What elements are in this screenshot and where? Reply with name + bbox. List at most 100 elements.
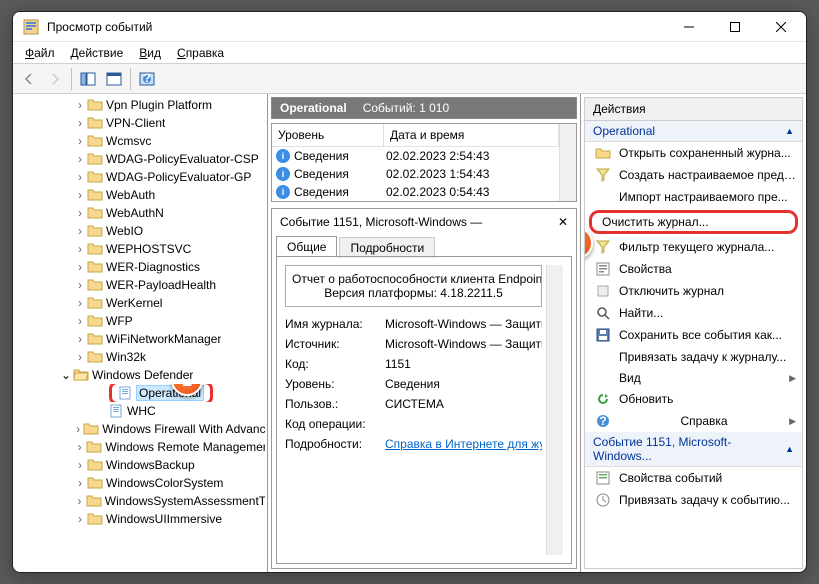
action-filter-log[interactable]: Фильтр текущего журнала... bbox=[585, 236, 802, 258]
action-event-attach-task[interactable]: Привязать задачу к событию... bbox=[585, 489, 802, 511]
actions-section-event[interactable]: Событие 1151, Microsoft-Windows...▲ bbox=[585, 432, 802, 467]
field-key: Подробности: bbox=[285, 437, 385, 451]
col-level[interactable]: Уровень bbox=[272, 124, 384, 146]
minimize-button[interactable] bbox=[666, 12, 712, 42]
detail-tabs: Общие Подробности bbox=[272, 235, 576, 256]
tab-details[interactable]: Подробности bbox=[339, 237, 435, 258]
tree-item[interactable]: ›Wcmsvc bbox=[15, 132, 265, 150]
tree-label: Windows Firewall With Advanced Security bbox=[102, 422, 265, 436]
menu-action[interactable]: Действие bbox=[65, 44, 130, 62]
folder-icon bbox=[87, 242, 103, 256]
tree-item[interactable]: ›Windows Firewall With Advanced Security bbox=[15, 420, 265, 438]
action-open-saved-log[interactable]: Открыть сохраненный журна... bbox=[585, 142, 802, 164]
properties-icon bbox=[595, 261, 611, 277]
col-date[interactable]: Дата и время bbox=[384, 124, 559, 146]
action-disable-log[interactable]: Отключить журнал bbox=[585, 280, 802, 302]
menu-view[interactable]: Вид bbox=[133, 44, 167, 62]
event-row[interactable]: iСведения02.02.2023 1:54:43 bbox=[272, 165, 559, 183]
action-attach-task[interactable]: Привязать задачу к журналу... bbox=[585, 346, 802, 368]
tree-label: WebAuth bbox=[106, 188, 155, 202]
folder-open-icon bbox=[73, 368, 89, 382]
tree-item[interactable]: ›WEPHOSTSVC bbox=[15, 240, 265, 258]
tree-item[interactable]: ›Windows Remote Management bbox=[15, 438, 265, 456]
action-save-events[interactable]: Сохранить все события как... bbox=[585, 324, 802, 346]
chevron-right-icon: › bbox=[73, 242, 87, 256]
maximize-button[interactable] bbox=[712, 12, 758, 42]
tree-label: Win32k bbox=[106, 350, 146, 364]
folder-icon bbox=[87, 188, 103, 202]
back-button[interactable] bbox=[17, 67, 41, 91]
tree-item[interactable]: ›VPN-Client bbox=[15, 114, 265, 132]
menu-help[interactable]: Справка bbox=[171, 44, 230, 62]
tree-item[interactable]: ›WFP bbox=[15, 312, 265, 330]
action-create-custom-view[interactable]: Создать настраиваемое предс... bbox=[585, 164, 802, 186]
action-view-submenu[interactable]: Вид▶ bbox=[585, 368, 802, 388]
tree-item[interactable]: › Win32k bbox=[15, 348, 265, 366]
action-refresh[interactable]: Обновить bbox=[585, 388, 802, 410]
tree-item-operational[interactable]: Operational1 bbox=[15, 384, 265, 402]
blank-icon bbox=[595, 349, 611, 365]
tree-label: Windows Defender bbox=[92, 368, 193, 382]
field-val bbox=[385, 417, 542, 431]
collapse-icon: ▲ bbox=[785, 444, 794, 454]
tree: ›Vpn Plugin Platform›VPN-Client›Wcmsvc›W… bbox=[15, 96, 265, 528]
tree-item[interactable]: ›WER-PayloadHealth bbox=[15, 276, 265, 294]
field-key: Код: bbox=[285, 357, 385, 371]
tree-item[interactable]: ›WebAuth bbox=[15, 186, 265, 204]
close-icon[interactable]: ✕ bbox=[558, 215, 568, 229]
detail-header: Событие 1151, Microsoft-Windows — ✕ bbox=[272, 209, 576, 235]
folder-icon bbox=[87, 116, 103, 130]
event-description: Отчет о работоспособности клиента Endpoi… bbox=[285, 265, 542, 307]
tab-general[interactable]: Общие bbox=[276, 236, 337, 257]
tool-properties[interactable] bbox=[102, 67, 126, 91]
help-link[interactable]: Справка в Интернете для журнала bbox=[385, 437, 542, 451]
tree-item[interactable]: ›WindowsUIImmersive bbox=[15, 510, 265, 528]
window-title: Просмотр событий bbox=[47, 20, 666, 34]
funnel-icon bbox=[595, 167, 611, 183]
tree-label: WindowsColorSystem bbox=[106, 476, 223, 490]
tree-item[interactable]: ›WerKernel bbox=[15, 294, 265, 312]
event-row[interactable]: iСведения02.02.2023 0:54:43 bbox=[272, 183, 559, 201]
menu-file[interactable]: Файл bbox=[19, 44, 61, 62]
tree-item[interactable]: ›Vpn Plugin Platform bbox=[15, 96, 265, 114]
chevron-right-icon: › bbox=[73, 494, 86, 508]
tree-label: VPN-Client bbox=[106, 116, 165, 130]
tree-item[interactable]: ›WebIO bbox=[15, 222, 265, 240]
tree-item[interactable]: ›WebAuthN bbox=[15, 204, 265, 222]
folder-icon bbox=[87, 512, 103, 526]
action-properties[interactable]: Свойства bbox=[585, 258, 802, 280]
close-button[interactable] bbox=[758, 12, 804, 42]
toolbar-separator bbox=[71, 68, 72, 90]
tree-item[interactable]: ›WindowsSystemAssessmentTool bbox=[15, 492, 265, 510]
tab-content: Отчет о работоспособности клиента Endpoi… bbox=[276, 256, 572, 564]
tree-label: WDAG-PolicyEvaluator-CSP bbox=[106, 152, 259, 166]
tree-item[interactable]: ›WER-Diagnostics bbox=[15, 258, 265, 276]
action-import-custom-view[interactable]: Импорт настраиваемого пре... bbox=[585, 186, 802, 208]
tree-item[interactable]: ›WindowsBackup bbox=[15, 456, 265, 474]
toolbar-separator bbox=[130, 68, 131, 90]
tree-item-whc[interactable]: WHC bbox=[15, 402, 265, 420]
help-icon: ? bbox=[595, 413, 611, 429]
event-scrollbar[interactable] bbox=[559, 124, 576, 201]
center-panel: Operational Событий: 1 010 Уровень Дата … bbox=[268, 94, 581, 572]
tool-help[interactable]: ? bbox=[135, 67, 159, 91]
tree-item[interactable]: ›WindowsColorSystem bbox=[15, 474, 265, 492]
actions-section-operational[interactable]: Operational▲ bbox=[585, 121, 802, 142]
tree-item[interactable]: ›WDAG-PolicyEvaluator-GP bbox=[15, 168, 265, 186]
chevron-right-icon: › bbox=[73, 350, 87, 364]
detail-scrollbar[interactable] bbox=[546, 265, 563, 555]
action-event-properties[interactable]: Свойства событий bbox=[585, 467, 802, 489]
tree-item[interactable]: ›WiFiNetworkManager bbox=[15, 330, 265, 348]
tree-item-windows-defender[interactable]: ⌄Windows Defender bbox=[15, 366, 265, 384]
tree-panel[interactable]: ›Vpn Plugin Platform›VPN-Client›Wcmsvc›W… bbox=[13, 94, 268, 572]
tree-item[interactable]: ›WDAG-PolicyEvaluator-CSP bbox=[15, 150, 265, 168]
action-clear-log[interactable]: Очистить журнал... bbox=[589, 210, 798, 234]
tool-show-tree[interactable] bbox=[76, 67, 100, 91]
chevron-right-icon: ▶ bbox=[789, 373, 796, 384]
forward-button[interactable] bbox=[43, 67, 67, 91]
properties-icon bbox=[595, 470, 611, 486]
event-row[interactable]: iСведения02.02.2023 2:54:43 bbox=[272, 147, 559, 165]
action-find[interactable]: Найти... bbox=[585, 302, 802, 324]
event-date: 02.02.2023 2:54:43 bbox=[386, 149, 555, 163]
action-help-submenu[interactable]: ?Справка▶ bbox=[585, 410, 802, 432]
